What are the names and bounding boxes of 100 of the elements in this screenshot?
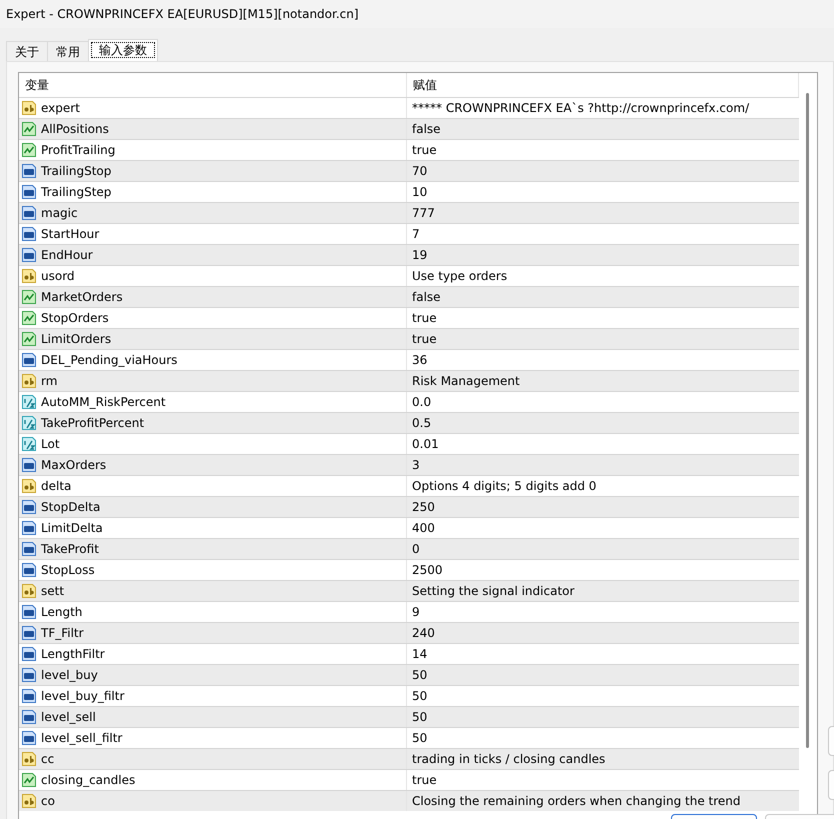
- integer-type-icon: [21, 667, 37, 683]
- text-type-icon: [21, 751, 37, 767]
- parameter-name: LengthFiltr: [41, 646, 105, 662]
- parameter-value[interactable]: 36: [412, 352, 428, 368]
- parameter-value[interactable]: true: [412, 142, 437, 158]
- parameter-value[interactable]: 14: [412, 646, 428, 662]
- parameter-value[interactable]: 10: [412, 184, 428, 200]
- integer-type-icon: [21, 625, 37, 641]
- parameter-value[interactable]: 19: [412, 247, 428, 263]
- parameter-name: MaxOrders: [41, 457, 106, 473]
- parameter-value[interactable]: 400: [412, 520, 435, 536]
- boolean-type-icon: [21, 772, 37, 788]
- parameter-name: StopLoss: [41, 562, 95, 578]
- integer-type-icon: [21, 226, 37, 242]
- parameter-value[interactable]: 0: [412, 541, 420, 557]
- parameter-name: TakeProfit: [41, 541, 99, 557]
- parameter-name: rm: [41, 373, 58, 389]
- parameter-value[interactable]: false: [412, 289, 441, 305]
- integer-type-icon: [21, 457, 37, 473]
- parameter-name: StopOrders: [41, 310, 109, 326]
- tab[interactable]: 关于: [6, 41, 48, 61]
- parameter-name: sett: [41, 583, 64, 599]
- parameter-name: level_sell: [41, 709, 96, 725]
- parameter-value[interactable]: Setting the signal indicator: [412, 583, 574, 599]
- parameter-value[interactable]: 50: [412, 709, 428, 725]
- integer-type-icon: [21, 520, 37, 536]
- parameter-name: magic: [41, 205, 78, 221]
- parameter-value[interactable]: 3: [412, 457, 420, 473]
- parameter-value[interactable]: 250: [412, 499, 435, 515]
- parameter-name: LimitDelta: [41, 520, 103, 536]
- text-type-icon: [21, 583, 37, 599]
- text-type-icon: [21, 373, 37, 389]
- parameter-name: MarketOrders: [41, 289, 123, 305]
- parameter-name: StartHour: [41, 226, 100, 242]
- parameter-value[interactable]: true: [412, 331, 437, 347]
- integer-type-icon: [21, 184, 37, 200]
- parameter-name: usord: [41, 268, 75, 284]
- parameter-name: Lot: [41, 436, 60, 452]
- parameter-value[interactable]: 240: [412, 625, 435, 641]
- parameter-name: level_buy_filtr: [41, 688, 124, 704]
- text-type-icon: [21, 478, 37, 494]
- parameter-name: level_sell_filtr: [41, 730, 122, 746]
- parameter-value[interactable]: 2500: [412, 562, 443, 578]
- integer-type-icon: [21, 247, 37, 263]
- integer-type-icon: [21, 709, 37, 725]
- boolean-type-icon: [21, 310, 37, 326]
- parameter-name: level_buy: [41, 667, 98, 683]
- parameter-value[interactable]: 777: [412, 205, 435, 221]
- decimal-type-icon: [21, 436, 37, 452]
- parameter-name: StopDelta: [41, 499, 100, 515]
- integer-type-icon: [21, 499, 37, 515]
- parameter-value[interactable]: false: [412, 121, 441, 137]
- parameter-value[interactable]: 50: [412, 667, 428, 683]
- parameter-value[interactable]: Use type orders: [412, 268, 508, 284]
- boolean-type-icon: [21, 121, 37, 137]
- integer-type-icon: [21, 730, 37, 746]
- boolean-type-icon: [21, 289, 37, 305]
- parameter-value[interactable]: 7: [412, 226, 420, 242]
- parameter-value[interactable]: Closing the remaining orders when changing the trend: [412, 793, 741, 809]
- integer-type-icon: [21, 646, 37, 662]
- text-type-icon: [21, 100, 37, 116]
- parameter-name: ProfitTrailing: [41, 142, 116, 158]
- parameter-value[interactable]: Options 4 digits; 5 digits add 0: [412, 478, 596, 494]
- parameter-name: AutoMM_RiskPercent: [41, 394, 166, 410]
- integer-type-icon: [21, 352, 37, 368]
- parameter-name: TF_Filtr: [41, 625, 84, 641]
- integer-type-icon: [21, 205, 37, 221]
- parameter-value[interactable]: true: [412, 310, 437, 326]
- parameter-name: closing_candles: [41, 772, 136, 788]
- parameter-name: EndHour: [41, 247, 93, 263]
- boolean-type-icon: [21, 331, 37, 347]
- scrollbar[interactable]: [806, 93, 809, 748]
- parameter-name: co: [41, 793, 55, 809]
- integer-type-icon: [21, 604, 37, 620]
- parameter-value[interactable]: 0.5: [412, 415, 432, 431]
- parameter-value[interactable]: 0.0: [412, 394, 432, 410]
- parameter-value[interactable]: true: [412, 772, 437, 788]
- parameter-value[interactable]: 50: [412, 688, 428, 704]
- text-type-icon: [21, 793, 37, 809]
- decimal-type-icon: [21, 415, 37, 431]
- integer-type-icon: [21, 688, 37, 704]
- parameter-value[interactable]: 50: [412, 730, 428, 746]
- parameter-name: TakeProfitPercent: [41, 415, 144, 431]
- parameter-name: expert: [41, 100, 80, 116]
- parameter-value[interactable]: ***** CROWNPRINCEFX EA`s ?http://crownprincefx.com/: [412, 100, 750, 116]
- tab[interactable]: 输入参数: [88, 39, 158, 61]
- parameter-name: cc: [41, 751, 54, 767]
- parameter-name: DEL_Pending_viaHours: [41, 352, 178, 368]
- integer-type-icon: [21, 163, 37, 179]
- parameter-value[interactable]: 0.01: [412, 436, 439, 452]
- parameter-name: TrailingStep: [41, 184, 112, 200]
- parameter-value[interactable]: 70: [412, 163, 428, 179]
- parameter-name: Length: [41, 604, 82, 620]
- parameter-name: delta: [41, 478, 72, 494]
- decimal-type-icon: [21, 394, 37, 410]
- parameter-value[interactable]: trading in ticks / closing candles: [412, 751, 606, 767]
- parameter-name: AllPositions: [41, 121, 109, 137]
- boolean-type-icon: [21, 142, 37, 158]
- parameter-value[interactable]: 9: [412, 604, 420, 620]
- parameter-value[interactable]: Risk Management: [412, 373, 520, 389]
